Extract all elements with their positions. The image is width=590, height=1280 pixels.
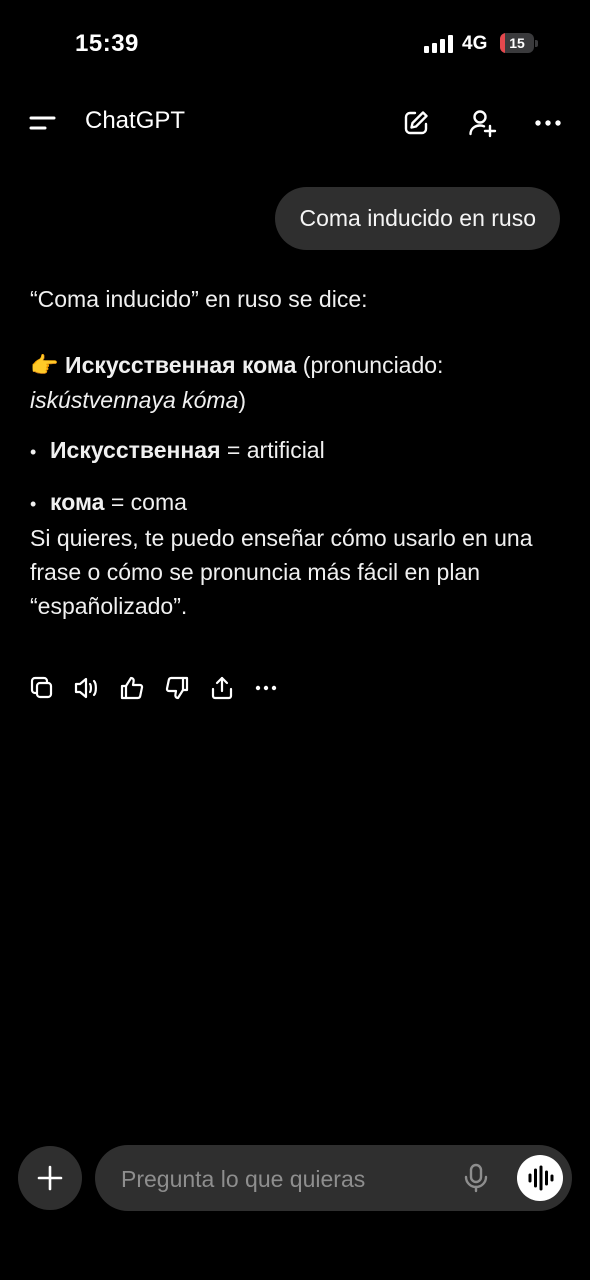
- message-input[interactable]: [119, 1145, 443, 1213]
- bullet-term: кома: [50, 489, 105, 515]
- assistant-message: “Coma inducido” en ruso se dice: 👉 Искус…: [30, 282, 565, 623]
- bullet-text: = coma: [104, 489, 187, 515]
- add-user-icon: [469, 110, 497, 138]
- share-button[interactable]: [208, 670, 253, 706]
- list-item: • кома = coma: [30, 489, 187, 515]
- more-icon: [255, 685, 277, 691]
- pronunciation: iskústvennaya kóma: [30, 387, 239, 413]
- voice-mode-button[interactable]: [517, 1155, 563, 1201]
- copy-button[interactable]: [28, 670, 73, 706]
- signal-icon: [424, 35, 454, 53]
- translation-term: Искусственная кома: [65, 352, 297, 378]
- copy-icon: [30, 676, 53, 699]
- thumbs-up-icon: [120, 676, 144, 700]
- pronunciation-close: ): [238, 387, 247, 413]
- good-response-button[interactable]: [118, 670, 163, 706]
- more-options-button[interactable]: [528, 103, 568, 143]
- menu-icon[interactable]: [28, 109, 58, 137]
- header: ChatGPT: [0, 95, 590, 151]
- thumbs-down-icon: [165, 676, 189, 700]
- speaker-icon: [74, 677, 97, 699]
- plus-icon: [37, 1165, 63, 1191]
- pointing-hand-icon: 👉: [30, 353, 59, 379]
- app-title[interactable]: ChatGPT: [85, 107, 185, 135]
- translation-line: 👉 Искусственная кома (pronunciado: iskús…: [30, 348, 565, 417]
- bad-response-button[interactable]: [163, 670, 208, 706]
- add-people-button[interactable]: [462, 103, 502, 143]
- status-time: 15:39: [75, 30, 139, 57]
- composer: [95, 1145, 572, 1213]
- share-icon: [211, 676, 233, 700]
- user-message: Coma inducido en ruso: [275, 187, 560, 250]
- waveform-icon: [528, 1165, 554, 1191]
- read-aloud-button[interactable]: [73, 670, 118, 706]
- assistant-intro: “Coma inducido” en ruso se dice:: [30, 286, 368, 312]
- battery-icon: 15: [500, 33, 538, 53]
- bullet-text: = artificial: [220, 437, 325, 463]
- status-bar: 15:39 4G 15: [0, 0, 590, 90]
- new-chat-button[interactable]: [396, 103, 436, 143]
- battery-level: 15: [509, 35, 525, 51]
- microphone-icon[interactable]: [461, 1162, 491, 1194]
- assistant-closing: Si quieres, te puedo enseñar cómo usarlo…: [30, 525, 533, 619]
- more-actions-button[interactable]: [253, 670, 298, 706]
- message-actions: [28, 670, 298, 706]
- network-type: 4G: [462, 33, 488, 54]
- add-attachment-button[interactable]: [18, 1146, 82, 1210]
- more-icon: [535, 120, 561, 126]
- bullet-term: Искусственная: [50, 437, 221, 463]
- list-item: • Искусственная = artificial: [30, 437, 325, 463]
- pronunciation-open: (pronunciado:: [296, 352, 444, 378]
- edit-icon: [404, 111, 428, 135]
